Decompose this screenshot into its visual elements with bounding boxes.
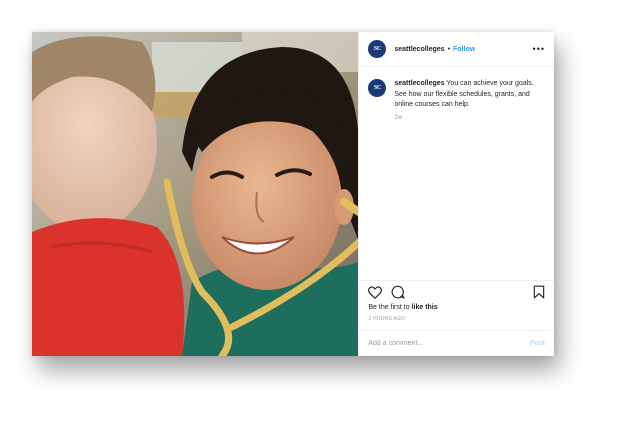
likes-prefix: Be the first to (368, 304, 410, 311)
likes-line: Be the first to like this (359, 303, 554, 311)
more-options-icon[interactable]: ••• (533, 44, 545, 54)
add-comment-bar: Add a comment... Post (359, 330, 554, 356)
like-this-link[interactable]: like this (412, 304, 438, 311)
header-separator: • (447, 45, 451, 53)
follow-button[interactable]: Follow (453, 46, 475, 53)
action-bar (359, 280, 554, 303)
caption-avatar-text: SC (373, 85, 381, 91)
bookmark-icon[interactable] (533, 285, 545, 299)
comment-icon[interactable] (391, 285, 406, 299)
post-side-panel: SC seattlecolleges • Follow ••• SC seatt… (358, 32, 554, 356)
post-photo[interactable] (32, 32, 359, 356)
avatar-text: SC (373, 46, 381, 52)
comments-area (359, 121, 554, 281)
caption-avatar[interactable]: SC (368, 79, 387, 97)
comment-input[interactable]: Add a comment... (368, 340, 423, 347)
post-timestamp: 2 HOURS AGO (368, 316, 406, 322)
photo-image (32, 32, 359, 356)
account-avatar[interactable]: SC (368, 40, 387, 58)
instagram-post-card: SC seattlecolleges • Follow ••• SC seatt… (32, 32, 554, 356)
caption-text-block: seattlecolleges You can achieve your goa… (394, 79, 544, 111)
post-comment-button[interactable]: Post (530, 340, 545, 347)
caption-row: SC seattlecolleges You can achieve your … (359, 67, 554, 111)
caption-username[interactable]: seattlecolleges (394, 80, 444, 87)
post-header: SC seattlecolleges • Follow ••• (359, 32, 554, 67)
header-username[interactable]: seattlecolleges (394, 46, 444, 53)
heart-icon[interactable] (368, 285, 383, 299)
